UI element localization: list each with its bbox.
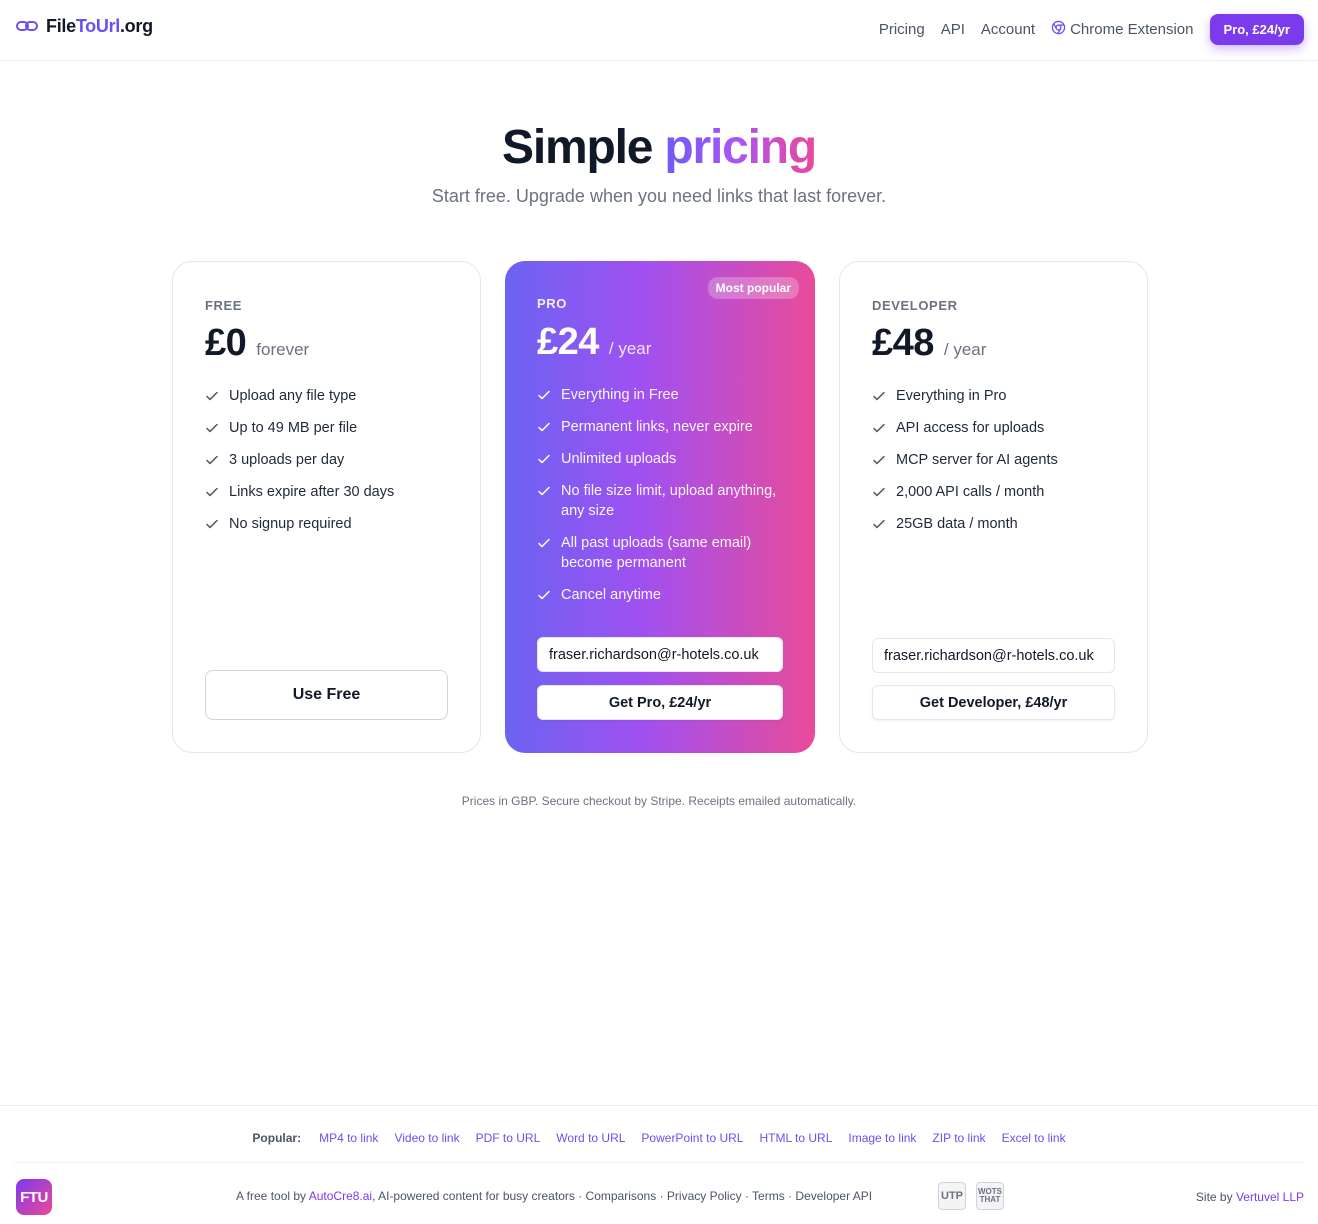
check-icon [537,385,551,405]
plan-card-pro: Most popular PRO £24 / year Everything i… [505,261,815,753]
price-row: £48 / year [872,322,986,365]
check-icon [872,482,886,502]
pricing-note: Prices in GBP. Secure checkout by Stripe… [461,794,857,808]
plan-price: £0 [205,322,247,364]
popular-link-image[interactable]: Image to link [848,1131,916,1145]
developer-api-link[interactable]: Developer API [795,1189,872,1203]
price-row: £0 forever [205,322,309,365]
feature-item: Up to 49 MB per file [205,418,455,438]
check-icon [537,417,551,437]
plan-period: forever [256,340,310,359]
page-title: Simple pricing [0,120,1318,175]
privacy-link[interactable]: Privacy Policy [667,1189,742,1203]
popular-link-excel[interactable]: Excel to link [1002,1131,1066,1145]
page-subtitle: Start free. Upgrade when you need links … [431,186,887,206]
plan-card-developer: DEVELOPER £48 / year Everything in Pro A… [839,261,1148,753]
feature-item: Permanent links, never expire [537,417,787,437]
utp-logo[interactable]: UTP [938,1182,966,1210]
comparisons-link[interactable]: Comparisons [586,1189,657,1203]
plan-price: £24 [537,321,599,363]
nav-account[interactable]: Account [981,21,1035,38]
feature-item: All past uploads (same email) become per… [537,533,787,573]
feature-item: API access for uploads [872,418,1122,438]
vertuvel-link[interactable]: Vertuvel LLP [1236,1190,1304,1204]
check-icon [537,585,551,605]
popular-link-html[interactable]: HTML to URL [759,1131,832,1145]
check-icon [872,418,886,438]
chrome-icon [1051,20,1066,39]
ftu-logo[interactable]: FTU [16,1179,52,1215]
pro-email-field[interactable]: fraser.richardson@r-hotels.co.uk [537,637,783,672]
wots-that-logo[interactable]: WOTS THAT [976,1182,1004,1210]
feature-list: Everything in Free Permanent links, neve… [537,385,787,617]
get-pro-button[interactable]: Get Pro, £24/yr [537,685,783,720]
nav-pricing[interactable]: Pricing [879,21,925,38]
check-icon [872,450,886,470]
autocre8-link[interactable]: AutoCre8.ai [309,1189,372,1203]
nav-api[interactable]: API [941,21,965,38]
feature-item: MCP server for AI agents [872,450,1122,470]
feature-item: No signup required [205,514,455,534]
check-icon [537,449,551,469]
nav-chrome-extension-label: Chrome Extension [1070,21,1194,38]
check-icon [205,418,219,438]
top-header: FileToUrl.org Pricing API Account Chrome… [0,0,1318,61]
plan-tier: DEVELOPER [872,298,958,313]
title-accent: pricing [664,121,817,174]
popular-link-zip[interactable]: ZIP to link [932,1131,985,1145]
check-icon [537,481,551,501]
footer-divider-2 [14,1162,1304,1163]
popular-link-mp4[interactable]: MP4 to link [319,1131,378,1145]
plan-price: £48 [872,322,934,364]
feature-item: Everything in Free [537,385,787,405]
feature-item: No file size limit, upload anything, any… [537,481,787,521]
check-icon [205,482,219,502]
use-free-button[interactable]: Use Free [205,670,448,720]
feature-list: Everything in Pro API access for uploads… [872,386,1122,546]
popular-link-video[interactable]: Video to link [394,1131,459,1145]
footer-credits: A free tool by AutoCre8.ai, AI-powered c… [236,1189,873,1203]
footer-divider [0,1105,1318,1106]
get-developer-button[interactable]: Get Developer, £48/yr [872,685,1115,720]
logo-text: FileToUrl.org [46,15,153,36]
feature-item: 2,000 API calls / month [872,482,1122,502]
plan-card-free: FREE £0 forever Upload any file type Up … [172,261,481,753]
feature-item: 25GB data / month [872,514,1122,534]
check-icon [205,450,219,470]
check-icon [205,514,219,534]
price-row: £24 / year [537,321,651,364]
check-icon [205,386,219,406]
popular-label: Popular: [252,1131,302,1145]
title-plain: Simple [502,121,653,174]
nav-chrome-extension[interactable]: Chrome Extension [1051,20,1194,39]
most-popular-badge: Most popular [707,277,799,299]
feature-item: 3 uploads per day [205,450,455,470]
site-logo[interactable]: FileToUrl.org [16,15,153,37]
plan-period: / year [608,339,652,358]
header-pro-button[interactable]: Pro, £24/yr [1209,14,1304,45]
feature-item: Upload any file type [205,386,455,406]
plan-period: / year [943,340,987,359]
check-icon [537,533,551,553]
popular-link-powerpoint[interactable]: PowerPoint to URL [641,1131,743,1145]
link-icon [16,15,38,37]
check-icon [872,514,886,534]
feature-item: Everything in Pro [872,386,1122,406]
feature-item: Links expire after 30 days [205,482,455,502]
popular-links: Popular: MP4 to link Video to link PDF t… [0,1131,1318,1145]
main-nav: Pricing API Account Chrome Extension Pro… [879,14,1304,45]
terms-link[interactable]: Terms [752,1189,785,1203]
feature-item: Cancel anytime [537,585,787,605]
check-icon [872,386,886,406]
plan-tier: PRO [537,296,567,311]
developer-email-field[interactable]: fraser.richardson@r-hotels.co.uk [872,638,1115,673]
site-by: Site by Vertuvel LLP [1195,1190,1304,1204]
popular-link-pdf[interactable]: PDF to URL [476,1131,541,1145]
feature-list: Upload any file type Up to 49 MB per fil… [205,386,455,546]
feature-item: Unlimited uploads [537,449,787,469]
popular-link-word[interactable]: Word to URL [556,1131,625,1145]
plan-tier: FREE [205,298,243,313]
